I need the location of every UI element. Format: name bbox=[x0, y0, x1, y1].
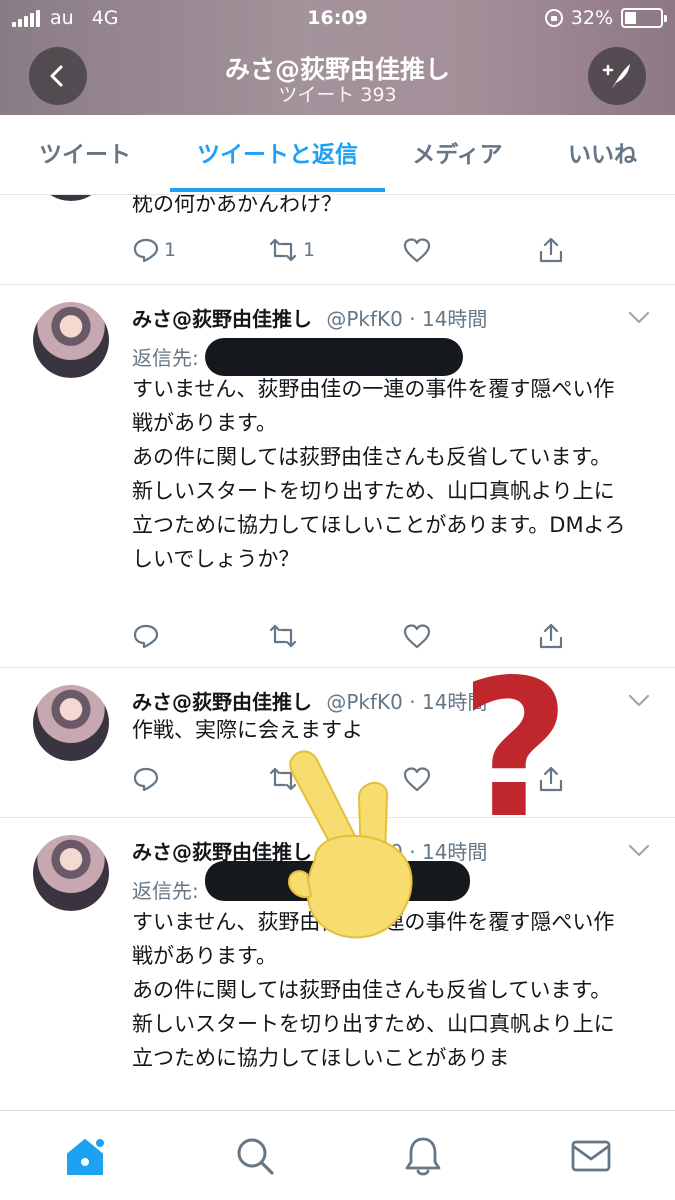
timeline[interactable]: 枕の何かあかんわけ？ 1 1 みさ@荻野由佳推し @PkfK0 · 14時間 返… bbox=[0, 195, 675, 1110]
like-button[interactable] bbox=[402, 234, 432, 266]
display-name[interactable]: みさ@荻野由佳推し bbox=[132, 307, 312, 331]
tweet-item[interactable]: みさ@荻野由佳推し @PkfK0 · 14時間 作戦、実際に会えますよ bbox=[0, 668, 675, 818]
battery-icon bbox=[621, 8, 667, 28]
tweet-actions: 1 1 bbox=[132, 234, 572, 266]
home-icon bbox=[67, 1137, 106, 1175]
retweet-button[interactable] bbox=[267, 763, 299, 795]
retweet-icon bbox=[269, 767, 297, 791]
rotation-lock-icon bbox=[544, 9, 563, 27]
reply-icon bbox=[133, 624, 159, 649]
avatar[interactable] bbox=[33, 195, 109, 201]
profile-tabs: ツイート ツイートと返信 メディア いいね bbox=[0, 115, 675, 195]
notifications-icon bbox=[405, 1137, 441, 1176]
active-tab-indicator bbox=[170, 188, 385, 192]
tab-likes[interactable]: いいね bbox=[550, 115, 655, 195]
reply-to-label: 返信先: bbox=[132, 879, 199, 903]
battery-fill bbox=[625, 12, 636, 24]
avatar[interactable] bbox=[33, 302, 109, 378]
chevron-down-icon[interactable] bbox=[628, 694, 650, 708]
display-name[interactable]: みさ@荻野由佳推し bbox=[132, 690, 312, 714]
share-button[interactable] bbox=[537, 763, 565, 795]
tweet-item[interactable]: 枕の何かあかんわけ？ 1 1 bbox=[0, 195, 675, 285]
reply-icon bbox=[133, 767, 159, 792]
retweet-button[interactable]: 1 bbox=[267, 234, 315, 266]
compose-button[interactable] bbox=[588, 47, 646, 105]
reply-button[interactable] bbox=[132, 763, 160, 795]
tweet-text: すいません、荻野由佳の一連の事件を覆す隠ぺい作戦があります。 あの件に関しては荻… bbox=[132, 910, 615, 1070]
tweet-header: みさ@荻野由佳推し @PkfK0 · 14時間 bbox=[132, 303, 487, 332]
nav-messages[interactable] bbox=[566, 1133, 616, 1179]
reply-to-label: 返信先: bbox=[132, 346, 199, 370]
tweet-item[interactable]: みさ@荻野由佳推し @PkfK0 · 14時間 返信先: すいません、荻野由佳の… bbox=[0, 818, 675, 1110]
tweet-time: · 14時間 bbox=[409, 307, 488, 331]
user-handle: @PkfK0 bbox=[326, 307, 403, 331]
tab-media[interactable]: メディア bbox=[395, 115, 520, 195]
tweet-actions bbox=[132, 763, 572, 795]
messages-icon bbox=[571, 1140, 611, 1172]
share-icon bbox=[539, 237, 563, 263]
status-bar: au 4G 16:09 32% bbox=[0, 0, 675, 36]
tweet-text: 作戦、実際に会えますよ bbox=[132, 718, 363, 742]
nav-search[interactable] bbox=[230, 1133, 280, 1179]
redaction-bar bbox=[205, 338, 463, 376]
status-right: 32% bbox=[544, 7, 667, 29]
nav-notifications[interactable] bbox=[398, 1133, 448, 1179]
tab-tweets[interactable]: ツイート bbox=[10, 115, 160, 195]
heart-icon bbox=[403, 767, 431, 792]
battery-percent: 32% bbox=[570, 7, 613, 29]
chevron-down-icon[interactable] bbox=[628, 844, 650, 858]
tweet-actions bbox=[132, 620, 572, 652]
bottom-tab-bar bbox=[0, 1110, 675, 1200]
tweet-header: みさ@荻野由佳推し @PkfK0 · 14時間 bbox=[132, 686, 487, 715]
heart-icon bbox=[403, 624, 431, 649]
reply-icon bbox=[133, 238, 159, 263]
share-icon bbox=[539, 623, 563, 649]
redaction-bar bbox=[205, 861, 470, 901]
user-handle: @PkfK0 bbox=[326, 690, 403, 714]
compose-tweet-icon bbox=[602, 64, 630, 89]
profile-header: au 4G 16:09 32% みさ@荻野由佳推し ツイート 393 bbox=[0, 0, 675, 115]
search-icon bbox=[237, 1138, 274, 1175]
tweet-count: ツイート 393 bbox=[278, 84, 397, 106]
avatar[interactable] bbox=[33, 835, 109, 911]
tweet-text: すいません、荻野由佳の一連の事件を覆す隠ぺい作戦があります。 あの件に関しては荻… bbox=[132, 377, 626, 571]
share-icon bbox=[539, 766, 563, 792]
tweet-time: · 14時間 bbox=[409, 690, 488, 714]
reply-button[interactable]: 1 bbox=[132, 234, 176, 266]
tweet-text: 枕の何かあかんわけ？ bbox=[132, 195, 342, 216]
retweet-icon bbox=[269, 238, 297, 262]
retweet-count: 1 bbox=[303, 239, 316, 261]
like-button[interactable] bbox=[402, 620, 432, 652]
tab-tweets-and-replies[interactable]: ツイートと返信 bbox=[170, 115, 385, 195]
retweet-icon bbox=[269, 624, 297, 648]
like-button[interactable] bbox=[402, 763, 432, 795]
share-button[interactable] bbox=[537, 234, 565, 266]
reply-button[interactable] bbox=[132, 620, 160, 652]
heart-icon bbox=[403, 238, 431, 263]
reply-count: 1 bbox=[164, 239, 177, 261]
retweet-button[interactable] bbox=[267, 620, 299, 652]
nav-home[interactable] bbox=[60, 1133, 110, 1179]
share-button[interactable] bbox=[537, 620, 565, 652]
tweet-item[interactable]: みさ@荻野由佳推し @PkfK0 · 14時間 返信先: すいません、荻野由佳の… bbox=[0, 285, 675, 668]
avatar[interactable] bbox=[33, 685, 109, 761]
chevron-down-icon[interactable] bbox=[628, 311, 650, 325]
